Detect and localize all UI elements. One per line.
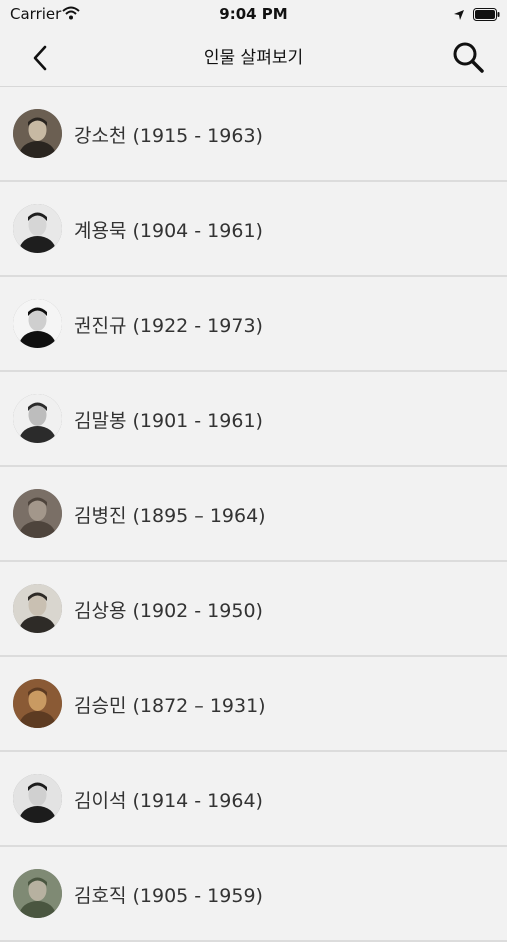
avatar xyxy=(13,679,62,728)
person-name: 계용묵 (1904 - 1961) xyxy=(74,220,263,242)
battery-icon xyxy=(473,7,500,25)
list-item[interactable]: 김호직 (1905 - 1959) xyxy=(0,847,507,942)
avatar xyxy=(13,774,62,823)
list-item[interactable]: 권진규 (1922 - 1973) xyxy=(0,277,507,372)
person-name: 김말봉 (1901 - 1961) xyxy=(74,410,263,432)
list-item[interactable]: 김상용 (1902 - 1950) xyxy=(0,562,507,657)
avatar xyxy=(13,584,62,633)
person-name: 김이석 (1914 - 1964) xyxy=(74,790,263,812)
list-item[interactable]: 김이석 (1914 - 1964) xyxy=(0,752,507,847)
status-time: 9:04 PM xyxy=(219,5,288,23)
avatar xyxy=(13,204,62,253)
avatar xyxy=(13,394,62,443)
person-name: 권진규 (1922 - 1973) xyxy=(74,315,263,337)
status-bar: Carrier 9:04 PM xyxy=(0,0,507,30)
page-title: 인물 살펴보기 xyxy=(203,48,304,68)
person-name: 김호직 (1905 - 1959) xyxy=(74,885,263,907)
people-list: 강소천 (1915 - 1963) 계용묵 (1904 - 1961) 권진규 (1… xyxy=(0,87,507,942)
avatar xyxy=(13,869,62,918)
list-item[interactable]: 강소천 (1915 - 1963) xyxy=(0,87,507,182)
search-icon[interactable] xyxy=(450,39,486,75)
avatar xyxy=(13,299,62,348)
person-name: 김승민 (1872 – 1931) xyxy=(74,695,266,717)
list-item[interactable]: 계용묵 (1904 - 1961) xyxy=(0,182,507,277)
location-arrow-icon xyxy=(453,7,465,25)
list-item[interactable]: 김병진 (1895 – 1964) xyxy=(0,467,507,562)
avatar xyxy=(13,489,62,538)
avatar xyxy=(13,109,62,158)
person-name: 김병진 (1895 – 1964) xyxy=(74,505,266,527)
person-name: 강소천 (1915 - 1963) xyxy=(74,125,263,147)
list-item[interactable]: 김말봉 (1901 - 1961) xyxy=(0,372,507,467)
navigation-bar: 인물 살펴보기 xyxy=(0,30,507,87)
person-name: 김상용 (1902 - 1950) xyxy=(74,600,263,622)
list-item[interactable]: 김승민 (1872 – 1931) xyxy=(0,657,507,752)
